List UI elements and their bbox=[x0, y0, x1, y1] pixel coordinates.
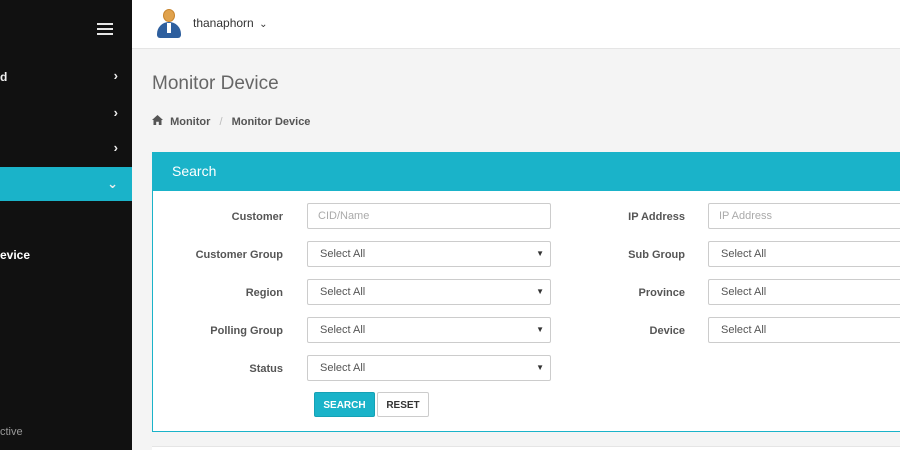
device-select[interactable]: Select All bbox=[708, 317, 900, 343]
sub-group-select[interactable]: Select All bbox=[708, 241, 900, 267]
region-select[interactable]: Select All ▼ bbox=[307, 279, 551, 305]
results-panel-edge bbox=[152, 446, 900, 450]
user-menu[interactable]: thanaphorn ⌄ bbox=[193, 16, 267, 30]
dropdown-arrow-icon: ▼ bbox=[536, 325, 544, 334]
sidebar-item-1[interactable]: d › bbox=[0, 60, 132, 94]
customer-group-select[interactable]: Select All ▼ bbox=[307, 241, 551, 267]
search-panel: Search Customer Customer Group Select Al… bbox=[152, 152, 900, 432]
chevron-down-icon: ⌄ bbox=[259, 19, 268, 30]
province-value: Select All bbox=[721, 286, 767, 298]
device-label: Device bbox=[649, 325, 685, 337]
chevron-right-icon: › bbox=[113, 105, 118, 120]
customer-label: Customer bbox=[231, 211, 283, 223]
sidebar: d › › › ⌄ evice ctive bbox=[0, 0, 132, 450]
sub-group-label: Sub Group bbox=[628, 249, 685, 261]
chevron-down-icon: ⌄ bbox=[107, 176, 118, 191]
status-label: Status bbox=[249, 363, 283, 375]
page-title: Monitor Device bbox=[152, 73, 279, 94]
customer-group-value: Select All bbox=[320, 248, 366, 260]
region-value: Select All bbox=[320, 286, 366, 298]
customer-input[interactable] bbox=[307, 203, 551, 229]
user-avatar-icon[interactable] bbox=[154, 8, 184, 38]
breadcrumb-separator: / bbox=[219, 116, 223, 128]
username-label: thanaphorn bbox=[193, 16, 254, 30]
region-label: Region bbox=[245, 287, 283, 299]
polling-group-label: Polling Group bbox=[210, 325, 283, 337]
chevron-right-icon: › bbox=[113, 140, 118, 155]
ip-address-label: IP Address bbox=[628, 211, 685, 223]
sidebar-item-monitor-active[interactable]: ⌄ bbox=[0, 167, 132, 201]
sub-group-value: Select All bbox=[721, 248, 767, 260]
status-value: Select All bbox=[320, 362, 366, 374]
sidebar-item-label: d bbox=[0, 70, 8, 84]
status-select[interactable]: Select All ▼ bbox=[307, 355, 551, 381]
device-value: Select All bbox=[721, 324, 767, 336]
dropdown-arrow-icon: ▼ bbox=[536, 363, 544, 372]
search-panel-title: Search bbox=[153, 153, 900, 191]
province-label: Province bbox=[638, 287, 685, 299]
polling-group-value: Select All bbox=[320, 324, 366, 336]
customer-group-label: Customer Group bbox=[195, 249, 283, 261]
sidebar-item-3[interactable]: › bbox=[0, 132, 132, 166]
breadcrumb-current: Monitor Device bbox=[231, 116, 311, 128]
dropdown-arrow-icon: ▼ bbox=[536, 287, 544, 296]
breadcrumb-link-monitor[interactable]: Monitor bbox=[170, 116, 210, 128]
sidebar-subitem-monitor-device[interactable]: evice bbox=[0, 248, 30, 262]
ip-address-input[interactable] bbox=[708, 203, 900, 229]
dropdown-arrow-icon: ▼ bbox=[536, 249, 544, 258]
breadcrumb: Monitor / Monitor Device bbox=[152, 115, 310, 128]
search-button[interactable]: SEARCH bbox=[314, 392, 375, 417]
hamburger-menu-icon[interactable] bbox=[97, 23, 113, 35]
top-header: thanaphorn ⌄ bbox=[132, 0, 900, 49]
polling-group-select[interactable]: Select All ▼ bbox=[307, 317, 551, 343]
province-select[interactable]: Select All bbox=[708, 279, 900, 305]
chevron-right-icon: › bbox=[113, 68, 118, 83]
sidebar-item-2[interactable]: › bbox=[0, 97, 132, 131]
home-icon bbox=[152, 115, 163, 128]
sidebar-footer-text: ctive bbox=[0, 426, 23, 438]
reset-button[interactable]: RESET bbox=[377, 392, 429, 417]
